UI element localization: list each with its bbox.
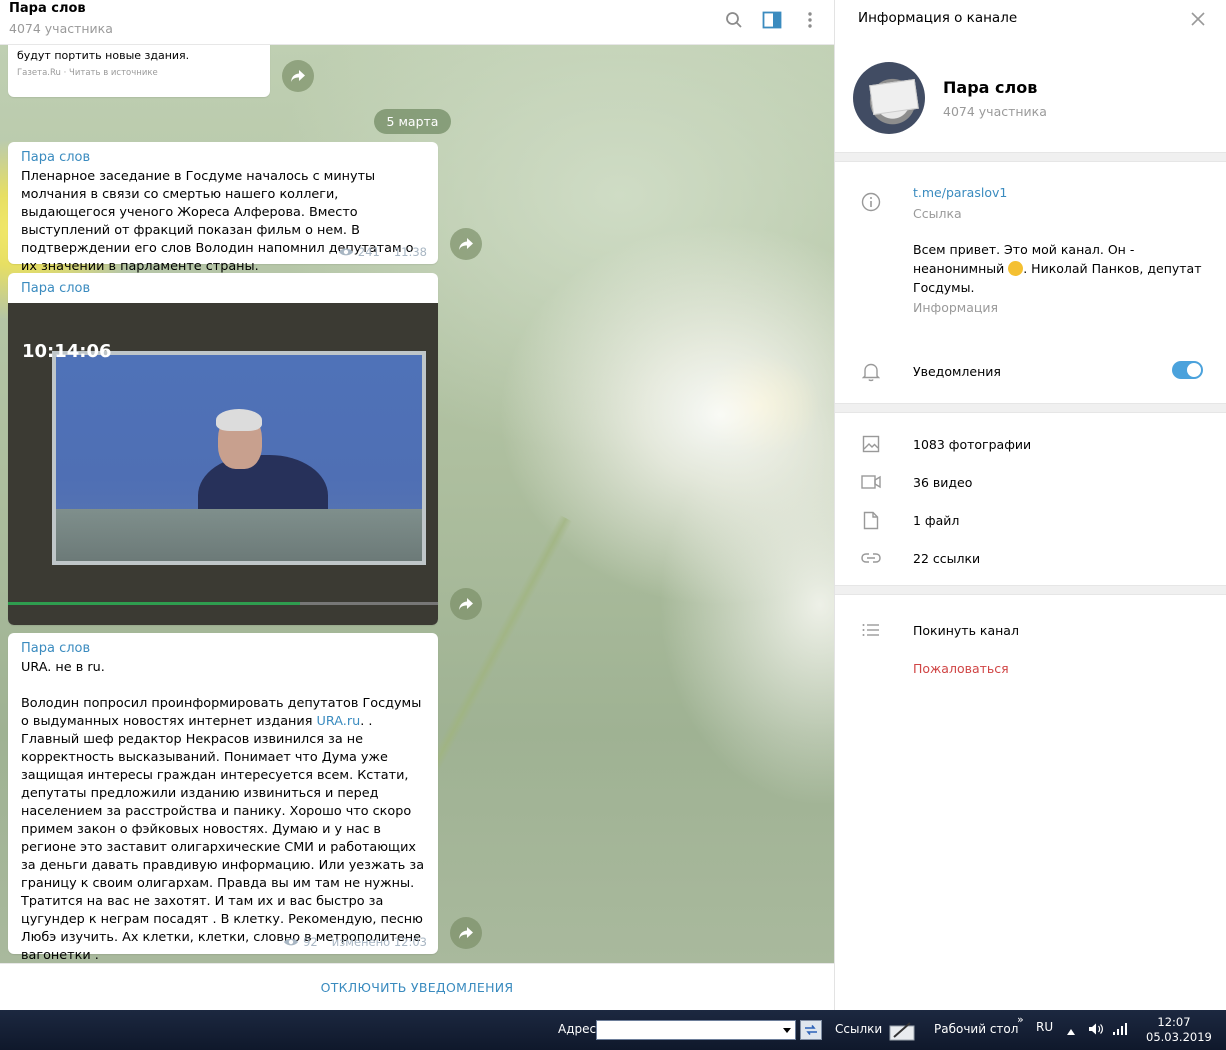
previous-message-text: будут портить новые здания. xyxy=(17,49,190,62)
chat-member-count: 4074 участника xyxy=(9,21,113,36)
message-bubble[interactable]: Пара слов URA. не в ru. Володин попросил … xyxy=(8,633,438,963)
date-separator: 5 марта xyxy=(374,109,451,134)
address-input[interactable] xyxy=(596,1020,796,1040)
share-button[interactable] xyxy=(282,60,314,92)
message-meta: 241 11:38 xyxy=(338,245,427,259)
channel-name: Пара слов xyxy=(943,78,1038,97)
message-link[interactable]: URA.ru xyxy=(317,714,361,729)
desktop-toolbar[interactable]: Рабочий стол xyxy=(934,1022,1018,1036)
link-icon xyxy=(860,547,882,569)
media-photos[interactable]: 1083 фотографии xyxy=(913,437,1031,452)
notifications-toggle[interactable] xyxy=(1172,361,1203,379)
chat-area: Пара слов 4074 участника будут портить н… xyxy=(0,0,834,1010)
windows-taskbar: Адрес Ссылки Рабочий стол » RU 12:07 05.… xyxy=(0,1010,1226,1050)
section-divider xyxy=(835,152,1226,162)
message-text: URA. не в ru. Володин попросил проинформи… xyxy=(21,659,429,963)
chat-wallpaper: будут портить новые здания. Газета.Ru · … xyxy=(0,45,834,963)
video-icon xyxy=(860,471,882,493)
network-signal-icon[interactable] xyxy=(1112,1022,1128,1039)
message-time: изменено 12:03 xyxy=(331,935,427,949)
video-timestamp: 10:14:06 xyxy=(22,341,112,362)
list-icon xyxy=(860,619,882,641)
system-clock[interactable]: 12:07 05.03.2019 xyxy=(1146,1015,1212,1045)
go-button[interactable] xyxy=(800,1020,822,1040)
address-label: Адрес xyxy=(558,1022,597,1036)
message-text-line1: URA. не в ru. xyxy=(21,660,105,675)
go-arrows-icon xyxy=(805,1025,817,1035)
message-bubble-video[interactable]: Пара слов 10:14:06 xyxy=(8,273,438,625)
toolbar-expand-icon[interactable]: » xyxy=(1017,1013,1024,1026)
share-button[interactable] xyxy=(450,228,482,260)
channel-info-panel: Информация о канале Пара слов 4074 участ… xyxy=(834,0,1226,1010)
video-progress-fill xyxy=(8,602,301,605)
chevron-down-icon[interactable] xyxy=(781,1024,793,1036)
channel-link-label: Ссылка xyxy=(913,206,962,221)
report-button[interactable]: Пожаловаться xyxy=(913,661,1009,676)
channel-member-count: 4074 участника xyxy=(943,104,1047,119)
chat-title[interactable]: Пара слов xyxy=(9,1,86,16)
message-text: Пленарное заседание в Госдуме началось с… xyxy=(21,169,414,274)
views-icon xyxy=(338,248,353,256)
video-player[interactable]: 10:14:06 xyxy=(8,303,438,625)
mute-bar: ОТКЛЮЧИТЬ УВЕДОМЛЕНИЯ xyxy=(0,963,834,1010)
media-files[interactable]: 1 файл xyxy=(913,513,959,528)
wink-emoji-icon xyxy=(1008,261,1024,276)
notifications-label: Уведомления xyxy=(913,364,1001,379)
panel-title: Информация о канале xyxy=(858,10,1018,26)
section-divider xyxy=(835,403,1226,413)
message-bubble[interactable]: Пара слов Пленарное заседание в Госдуме … xyxy=(8,142,438,274)
close-icon[interactable] xyxy=(1188,9,1208,29)
share-button[interactable] xyxy=(450,588,482,620)
channel-description-label: Информация xyxy=(913,300,999,315)
message-text-part2: . . Главный шеф редактор Некрасов извини… xyxy=(21,714,425,963)
leave-channel-button[interactable]: Покинуть канал xyxy=(913,623,1019,638)
info-icon xyxy=(860,191,882,213)
clock-date: 05.03.2019 xyxy=(1146,1030,1212,1044)
message-author[interactable]: Пара слов xyxy=(21,641,90,656)
view-count: 241 xyxy=(357,245,380,259)
video-content xyxy=(52,351,426,565)
bell-icon xyxy=(860,361,882,383)
section-divider xyxy=(835,585,1226,595)
message-author[interactable]: Пара слов xyxy=(21,281,90,296)
sidebar-toggle-icon[interactable] xyxy=(760,8,784,32)
media-links[interactable]: 22 ссылки xyxy=(913,551,980,566)
links-toolbar[interactable]: Ссылки xyxy=(835,1022,882,1036)
share-button[interactable] xyxy=(450,917,482,949)
language-indicator[interactable]: RU xyxy=(1036,1020,1053,1034)
message-meta: 92 изменено 12:03 xyxy=(283,935,427,949)
views-icon xyxy=(284,938,299,946)
search-icon[interactable] xyxy=(722,8,746,32)
notepad-pen-icon[interactable] xyxy=(888,1020,916,1042)
file-icon xyxy=(860,509,882,531)
volume-icon[interactable] xyxy=(1088,1022,1104,1039)
avatar[interactable] xyxy=(853,62,925,134)
tray-expand-icon[interactable] xyxy=(1067,1024,1075,1038)
video-progress-bar[interactable] xyxy=(8,602,438,605)
message-time: 11:38 xyxy=(393,245,427,259)
channel-description: Всем привет. Это мой канал. Он - неанони… xyxy=(913,240,1203,297)
mute-notifications-button[interactable]: ОТКЛЮЧИТЬ УВЕДОМЛЕНИЯ xyxy=(321,980,514,995)
message-author[interactable]: Пара слов xyxy=(21,150,90,165)
clock-time: 12:07 xyxy=(1157,1015,1191,1029)
channel-link[interactable]: t.me/paraslov1 xyxy=(913,185,1007,200)
image-icon xyxy=(860,433,882,455)
message-bubble-previous[interactable]: будут портить новые здания. Газета.Ru · … xyxy=(8,45,270,97)
more-menu-icon[interactable] xyxy=(798,8,822,32)
previous-message-source[interactable]: Газета.Ru · Читать в источнике xyxy=(17,68,158,78)
view-count: 92 xyxy=(303,935,318,949)
chat-header: Пара слов 4074 участника xyxy=(0,0,834,45)
media-videos[interactable]: 36 видео xyxy=(913,475,972,490)
